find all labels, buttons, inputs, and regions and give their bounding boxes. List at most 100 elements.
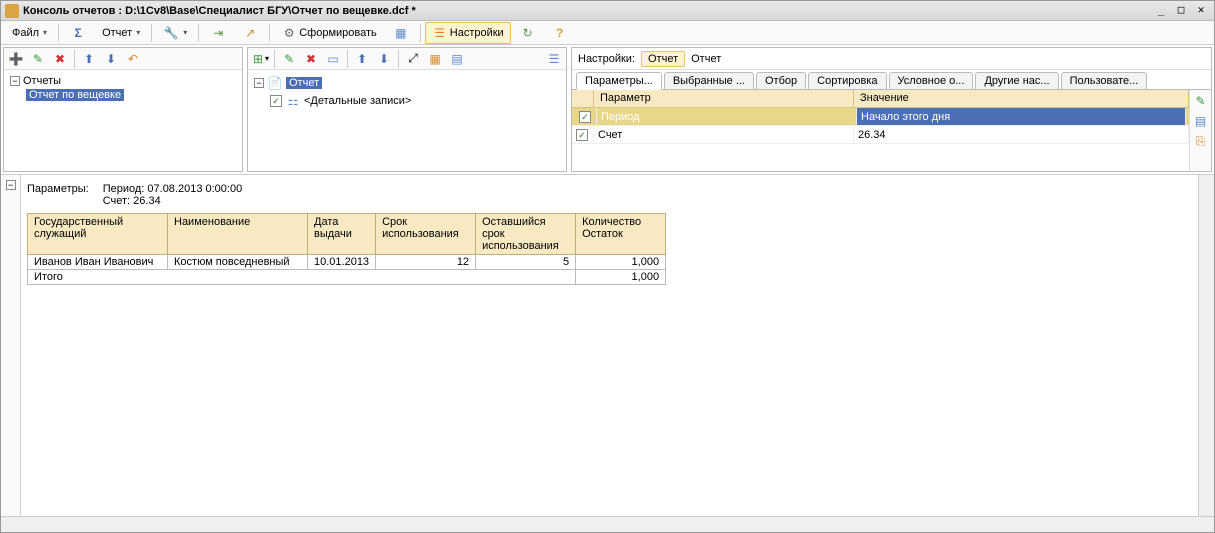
separator bbox=[151, 24, 152, 42]
move-down-button[interactable]: ⬇ bbox=[374, 50, 394, 68]
help-icon: ? bbox=[552, 25, 568, 41]
add-structure-button[interactable]: ⊞▾ bbox=[250, 50, 270, 68]
props-button[interactable]: ▤ bbox=[1191, 112, 1211, 130]
separator bbox=[347, 50, 348, 68]
tab-user[interactable]: Пользовате... bbox=[1061, 72, 1148, 89]
reports-panel: ➕ ✎ ✖ ⬆ ⬇ ↶ − Отчеты Отчет по вещевке bbox=[3, 47, 243, 172]
tab-conditional[interactable]: Условное о... bbox=[889, 72, 974, 89]
app-icon bbox=[5, 4, 19, 18]
file-menu[interactable]: Файл ▾ bbox=[5, 24, 54, 42]
move-down-button[interactable]: ⬇ bbox=[101, 50, 121, 68]
list-button[interactable]: ☰ bbox=[544, 50, 564, 68]
separator bbox=[198, 24, 199, 42]
chevron-down-icon: ▾ bbox=[183, 28, 187, 37]
tree-item[interactable]: Отчет по вещевке bbox=[26, 88, 236, 102]
tree-item-label: <Детальные записи> bbox=[304, 95, 411, 107]
report-sheet[interactable]: Параметры: Период: 07.08.2013 0:00:00 Сч… bbox=[21, 175, 1198, 516]
vertical-scrollbar[interactable] bbox=[1198, 175, 1214, 516]
checkbox[interactable]: ✓ bbox=[576, 129, 588, 141]
table-button[interactable]: ▦ bbox=[425, 50, 445, 68]
checkbox[interactable]: ✓ bbox=[579, 111, 591, 123]
import-button[interactable]: ⇥ bbox=[203, 22, 233, 44]
expand-button[interactable]: ⤢ bbox=[403, 50, 423, 68]
settings-chip-active[interactable]: Отчет bbox=[641, 51, 685, 67]
param-row[interactable]: ✓ Счет 26.34 bbox=[572, 126, 1189, 144]
move-up-button[interactable]: ⬆ bbox=[352, 50, 372, 68]
form-button[interactable]: ⚙ Сформировать bbox=[274, 22, 384, 44]
tab-selected[interactable]: Выбранные ... bbox=[664, 72, 754, 89]
collapse-icon[interactable]: − bbox=[6, 180, 16, 190]
config-area: ➕ ✎ ✖ ⬆ ⬇ ↶ − Отчеты Отчет по вещевке bbox=[1, 45, 1214, 175]
report-params: Параметры: Период: 07.08.2013 0:00:00 Сч… bbox=[27, 183, 1192, 207]
tab-other[interactable]: Другие нас... bbox=[975, 72, 1058, 89]
edit-button[interactable]: ✎ bbox=[279, 50, 299, 68]
tree-root-label: Отчет bbox=[286, 77, 322, 89]
sigma-button[interactable]: Σ bbox=[63, 22, 93, 44]
tree-root[interactable]: − 📄 Отчет bbox=[254, 74, 560, 92]
col-term: Срок использования bbox=[376, 214, 476, 255]
delete-button[interactable]: ✖ bbox=[301, 50, 321, 68]
structure-toolbar: ⊞▾ ✎ ✖ ▭ ⬆ ⬇ ⤢ ▦ ▤ ☰ bbox=[248, 48, 566, 70]
delete-icon: ✖ bbox=[303, 51, 319, 67]
settings-panel: Настройки: Отчет Отчет Параметры... Выбр… bbox=[571, 47, 1212, 172]
tab-sort[interactable]: Сортировка bbox=[808, 72, 886, 89]
collapse-icon[interactable]: − bbox=[254, 78, 264, 88]
col-qty: Количество Остаток bbox=[576, 214, 666, 255]
close-button[interactable]: ✕ bbox=[1192, 4, 1210, 18]
edit-param-button[interactable]: ✎ bbox=[1191, 92, 1211, 110]
export-icon: ↗ bbox=[242, 25, 258, 41]
checkbox[interactable]: ✓ bbox=[270, 95, 282, 107]
tools-button[interactable]: 🔧 ▾ bbox=[156, 22, 194, 44]
add-button[interactable]: ➕ bbox=[6, 50, 26, 68]
copy-button[interactable]: ⎘ bbox=[1191, 132, 1211, 150]
refresh-button[interactable]: ↻ bbox=[513, 22, 543, 44]
report-menu[interactable]: Отчет ▾ bbox=[95, 24, 147, 42]
col-date: Дата выдачи bbox=[308, 214, 376, 255]
settings-label: Настройки: bbox=[578, 53, 635, 65]
file-menu-label: Файл bbox=[12, 27, 39, 39]
reports-tree[interactable]: − Отчеты Отчет по вещевке bbox=[4, 70, 242, 171]
report-table: Государственный служащий Наименование Да… bbox=[27, 213, 666, 285]
total-label: Итого bbox=[28, 270, 576, 285]
tree-item-label: Отчет по вещевке bbox=[26, 89, 124, 101]
collapse-icon[interactable]: − bbox=[10, 76, 20, 86]
param-value[interactable]: Начало этого дня bbox=[857, 108, 1186, 125]
maximize-button[interactable]: □ bbox=[1172, 4, 1190, 18]
chart-icon: ▤ bbox=[449, 51, 465, 67]
col-value: Значение bbox=[854, 90, 1189, 107]
tree-root[interactable]: − Отчеты bbox=[10, 74, 236, 88]
help-button[interactable]: ? bbox=[545, 22, 575, 44]
structure-tree[interactable]: − 📄 Отчет ✓ ⚏ <Детальные записи> bbox=[248, 70, 566, 171]
move-up-button[interactable]: ⬆ bbox=[79, 50, 99, 68]
tab-filter[interactable]: Отбор bbox=[756, 72, 806, 89]
table-row[interactable]: Иванов Иван Иванович Костюм повседневный… bbox=[28, 255, 666, 270]
cell-qty: 1,000 bbox=[576, 255, 666, 270]
move-left-button[interactable]: ↶ bbox=[123, 50, 143, 68]
chevron-down-icon: ▾ bbox=[43, 28, 47, 37]
total-value: 1,000 bbox=[576, 270, 666, 285]
sigma-icon: Σ bbox=[70, 25, 86, 41]
field-button[interactable]: ▭ bbox=[323, 50, 343, 68]
tree-item[interactable]: ✓ ⚏ <Детальные записи> bbox=[270, 92, 560, 110]
export-button[interactable]: ↗ bbox=[235, 22, 265, 44]
tab-parameters[interactable]: Параметры... bbox=[576, 72, 662, 90]
settings-chip[interactable]: Отчет bbox=[691, 53, 721, 65]
separator bbox=[74, 50, 75, 68]
reports-toolbar: ➕ ✎ ✖ ⬆ ⬇ ↶ bbox=[4, 48, 242, 70]
tree-root-label: Отчеты bbox=[23, 75, 61, 87]
chart-button[interactable]: ▤ bbox=[447, 50, 467, 68]
param-row[interactable]: ✓ Период Начало этого дня bbox=[572, 108, 1189, 126]
delete-icon: ✖ bbox=[52, 51, 68, 67]
cell-employee: Иванов Иван Иванович bbox=[28, 255, 168, 270]
settings-button[interactable]: ☰ Настройки bbox=[425, 22, 511, 44]
param-value[interactable]: 26.34 bbox=[854, 126, 1189, 143]
param-name: Счет bbox=[594, 126, 854, 143]
edit-button[interactable]: ✎ bbox=[28, 50, 48, 68]
delete-button[interactable]: ✖ bbox=[50, 50, 70, 68]
period-line: Период: 07.08.2013 0:00:00 bbox=[103, 183, 243, 195]
minimize-button[interactable]: _ bbox=[1152, 4, 1170, 18]
layout-button[interactable]: ▦ bbox=[386, 22, 416, 44]
settings-tabs: Параметры... Выбранные ... Отбор Сортиро… bbox=[572, 70, 1211, 90]
horizontal-scrollbar[interactable] bbox=[1, 516, 1214, 532]
table-header-row: Государственный служащий Наименование Да… bbox=[28, 214, 666, 255]
